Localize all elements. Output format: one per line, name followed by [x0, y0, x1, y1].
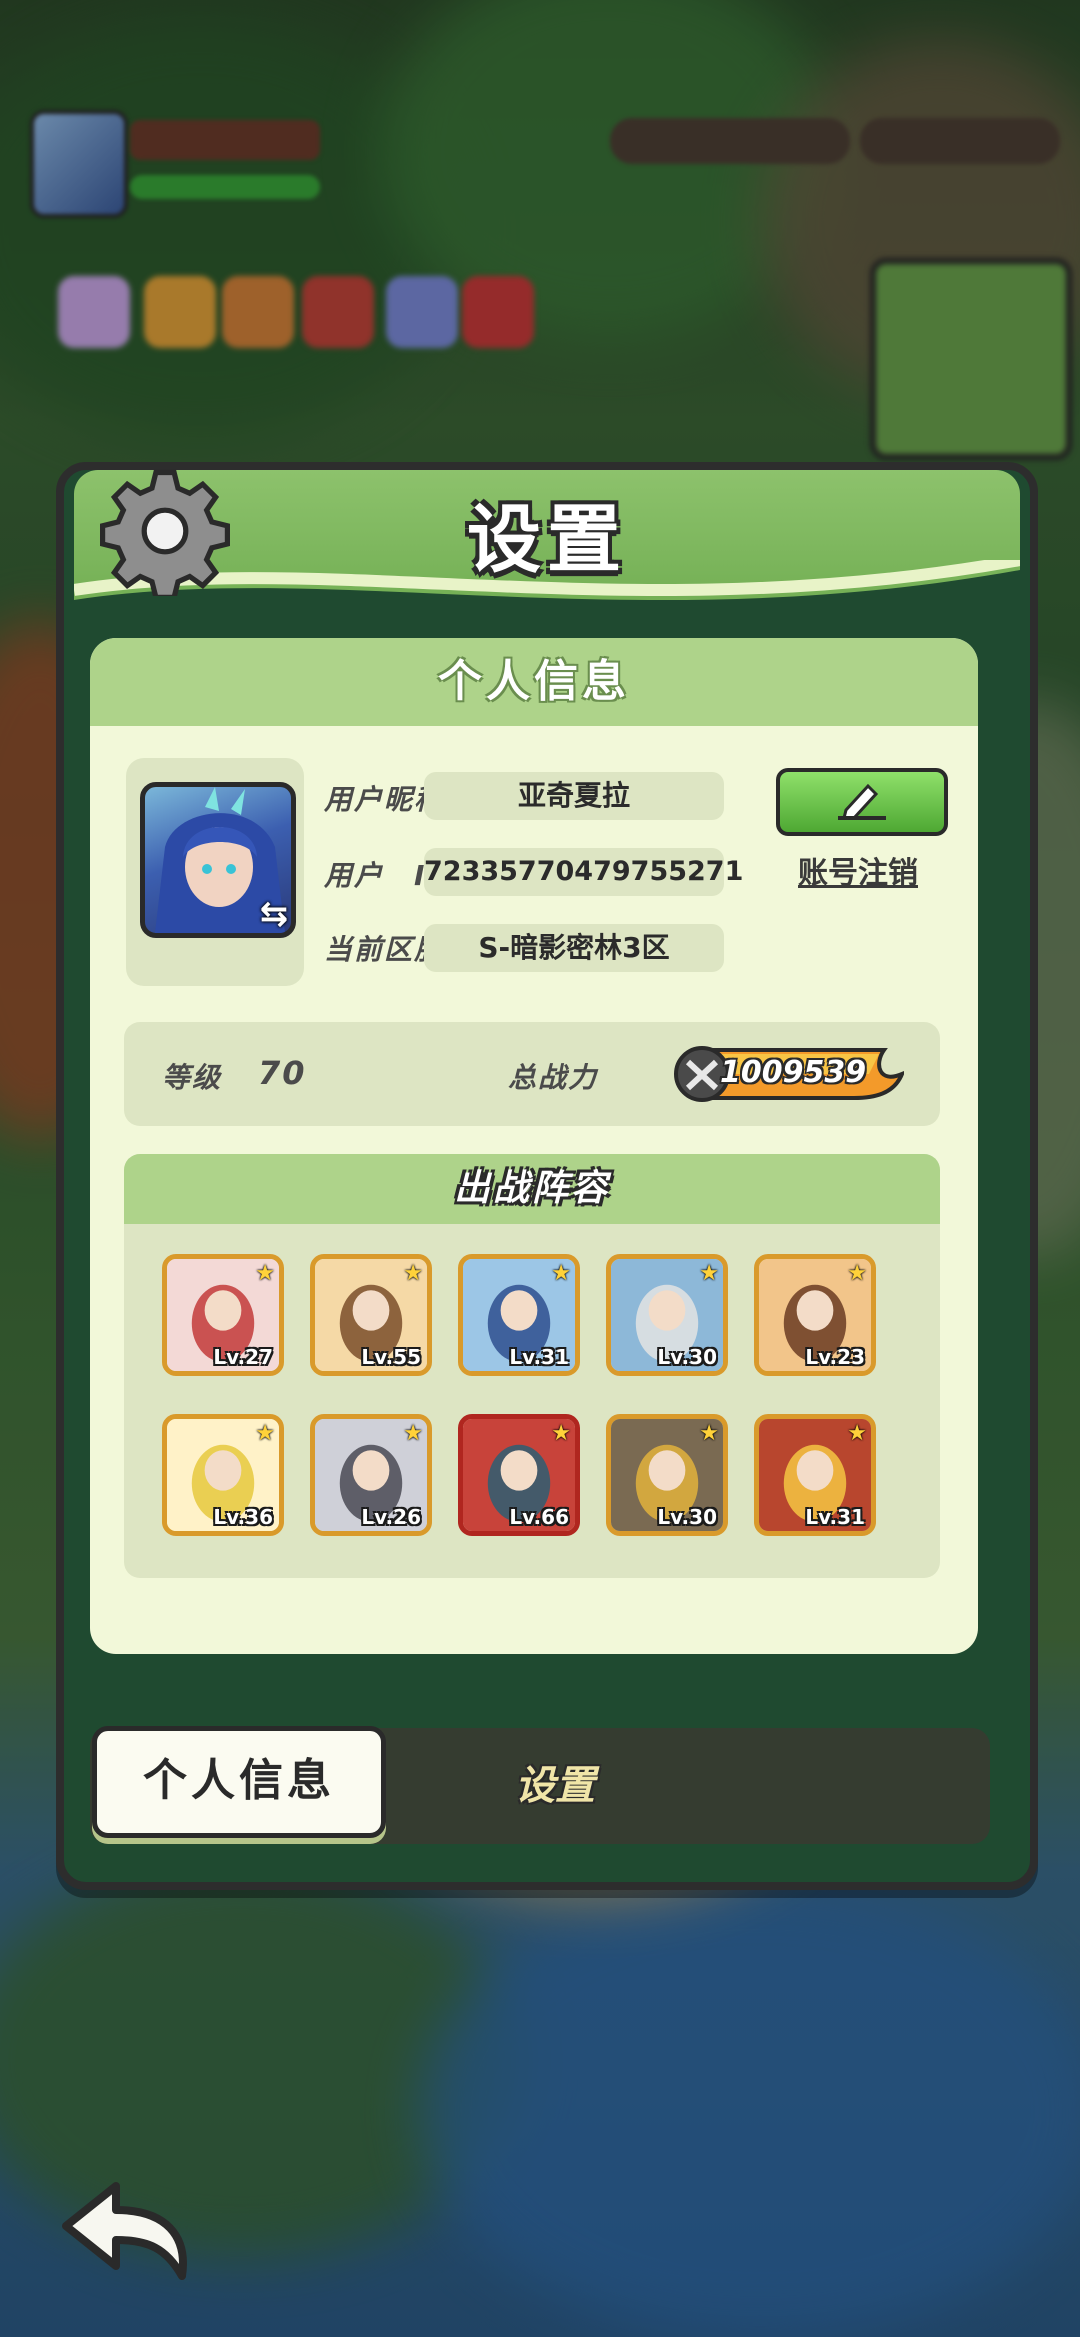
hero-card[interactable]: ★ Lv.31 [754, 1414, 876, 1536]
power-label: 总战力 [508, 1061, 599, 1094]
star-icon: ★ [551, 1421, 571, 1446]
hero-card[interactable]: ★ Lv.55 [310, 1254, 432, 1376]
star-icon: ★ [403, 1421, 423, 1446]
lineup-title: 出战阵容 [124, 1154, 940, 1224]
hero-card[interactable]: ★ Lv.31 [458, 1254, 580, 1376]
star-icon: ★ [699, 1261, 719, 1286]
hero-card[interactable]: ★ Lv.36 [162, 1414, 284, 1536]
hero-level: Lv.31 [805, 1505, 865, 1529]
star-icon: ★ [847, 1261, 867, 1286]
star-icon: ★ [551, 1261, 571, 1286]
profile-card: 个人信息 ⇆ 用户昵称 亚奇夏拉 用户 ID 72335770479755271… [90, 638, 978, 1654]
user-id-value: 72335770479755271 [424, 848, 743, 896]
star-icon: ★ [255, 1421, 275, 1446]
hero-card[interactable]: ★ Lv.23 [754, 1254, 876, 1376]
stats-row: 等级 70 总战力 1009539 [124, 1022, 940, 1126]
lineup-section: 出战阵容 ★ Lv.27 ★ Lv.55 ★ Lv.31 ★ Lv.30 ★ Lv.23 ★ Lv.3… [124, 1154, 940, 1578]
account-cancel-link[interactable]: 账号注销 [776, 848, 940, 892]
back-arrow-icon[interactable] [56, 2176, 196, 2286]
hero-card[interactable]: ★ Lv.26 [310, 1414, 432, 1536]
tab-settings[interactable]: 设置 [480, 1728, 630, 1844]
gear-icon [100, 469, 230, 596]
power-badge: 1009539 [674, 1044, 904, 1102]
hero-card[interactable]: ★ Lv.27 [162, 1254, 284, 1376]
hero-card[interactable]: ★ Lv.30 [606, 1254, 728, 1376]
level-value: 70 [258, 1054, 307, 1092]
hero-level: Lv.23 [805, 1345, 865, 1369]
hero-level: Lv.66 [509, 1505, 569, 1529]
hero-card[interactable]: ★ Lv.30 [606, 1414, 728, 1536]
star-icon: ★ [403, 1261, 423, 1286]
hero-level: Lv.36 [213, 1505, 273, 1529]
hero-level: Lv.30 [657, 1505, 717, 1529]
section-title: 个人信息 [90, 638, 978, 726]
hero-level: Lv.30 [657, 1345, 717, 1369]
hero-level: Lv.55 [361, 1345, 421, 1369]
star-icon: ★ [255, 1261, 275, 1286]
tab-profile[interactable]: 个人信息 [92, 1726, 386, 1838]
star-icon: ★ [847, 1421, 867, 1446]
pencil-icon [838, 783, 886, 820]
nickname-value: 亚奇夏拉 [424, 772, 724, 820]
avatar-frame: ⇆ [126, 758, 304, 986]
server-value: S-暗影密林3区 [424, 924, 724, 972]
level-label: 等级 [162, 1061, 223, 1094]
hero-level: Lv.27 [213, 1345, 273, 1369]
player-avatar[interactable]: ⇆ [140, 782, 296, 938]
edit-nickname-button[interactable] [776, 768, 948, 836]
star-icon: ★ [699, 1421, 719, 1446]
hero-level: Lv.31 [509, 1345, 569, 1369]
power-value: 1009539 [720, 1055, 867, 1090]
hero-level: Lv.26 [361, 1505, 421, 1529]
hero-card[interactable]: ★ Lv.66 [458, 1414, 580, 1536]
swap-avatar-icon[interactable]: ⇆ [253, 893, 291, 933]
